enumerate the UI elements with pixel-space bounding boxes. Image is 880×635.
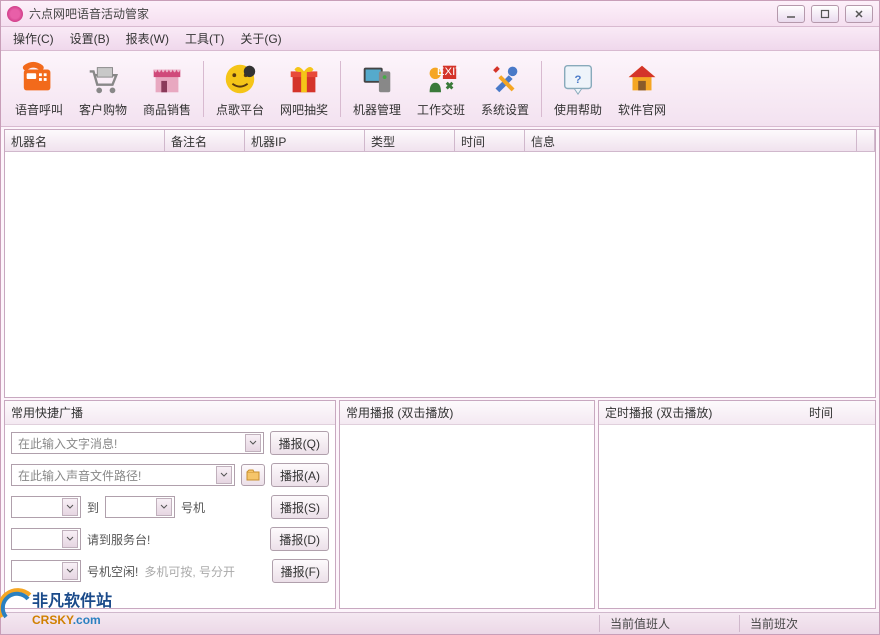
music-face-icon [220,59,260,99]
col-machine-name[interactable]: 机器名 [5,130,165,151]
col-machine-ip[interactable]: 机器IP [245,130,365,151]
window-title: 六点网吧语音活动管家 [29,5,777,22]
chevron-down-icon[interactable] [62,562,78,580]
shift-icon: EXIT [421,59,461,99]
service-label: 请到服务台! [87,531,150,548]
panel-title: 常用快捷广播 [5,401,335,425]
menu-operate[interactable]: 操作(C) [5,28,62,49]
to-machine-combo[interactable] [105,496,175,518]
sound-path-combo[interactable]: 在此输入声音文件路径! [11,464,235,486]
grid-header: 机器名 备注名 机器IP 类型 时间 信息 [5,130,875,152]
gift-icon [284,59,324,99]
common-broadcast-panel: 常用播报 (双击播放) [339,400,595,609]
col-spacer [857,130,875,151]
menu-settings[interactable]: 设置(B) [62,28,118,49]
svg-text:?: ? [575,74,582,86]
tool-song-platform[interactable]: 点歌平台 [208,55,272,123]
cart-icon [83,59,123,99]
phone-icon [19,59,59,99]
status-duty: 当前值班人 [599,615,739,632]
minimize-button[interactable] [777,5,805,23]
timed-broadcast-panel: 定时播报 (双击播放) 时间 [598,400,876,609]
home-icon [622,59,662,99]
chevron-down-icon[interactable] [156,498,172,516]
app-icon [7,6,23,22]
shop-icon [147,59,187,99]
statusbar: 当前值班人 当前班次 [1,612,879,634]
computer-icon [357,59,397,99]
panel-title: 定时播报 (双击播放) 时间 [599,401,875,425]
tool-system-settings[interactable]: 系统设置 [473,55,537,123]
from-machine-combo[interactable] [11,496,81,518]
tool-voice-call[interactable]: 语音呼叫 [7,55,71,123]
broadcast-f-button[interactable]: 播报(F) [272,559,329,583]
broadcast-s-button[interactable]: 播报(S) [271,495,329,519]
bottom-panels: 常用快捷广播 在此输入文字消息! 播报(Q) 在此输入声音文件路径! 播报(A) [1,400,879,612]
tool-lottery[interactable]: 网吧抽奖 [272,55,336,123]
separator [541,61,542,117]
tool-customer-shopping[interactable]: 客户购物 [71,55,135,123]
help-icon: ? [558,59,598,99]
broadcast-a-button[interactable]: 播报(A) [271,463,329,487]
menu-about[interactable]: 关于(G) [232,28,289,49]
chevron-down-icon[interactable] [62,530,78,548]
tools-icon [485,59,525,99]
tool-website[interactable]: 软件官网 [610,55,674,123]
idle-label: 号机空闲! [87,563,138,580]
panel-title: 常用播报 (双击播放) [340,401,594,425]
col-remark[interactable]: 备注名 [165,130,245,151]
menu-tools[interactable]: 工具(T) [177,28,232,49]
col-time[interactable]: 时间 [455,130,525,151]
separator [203,61,204,117]
tool-shift[interactable]: EXIT 工作交班 [409,55,473,123]
machine-label: 号机 [181,499,205,516]
timed-broadcast-list[interactable] [599,425,875,608]
chevron-down-icon[interactable] [245,434,261,452]
toolbar: 语音呼叫 客户购物 商品销售 点歌平台 网吧抽奖 机器管理 EXIT 工作交班 [1,51,879,127]
text-message-combo[interactable]: 在此输入文字消息! [11,432,264,454]
tool-help[interactable]: ? 使用帮助 [546,55,610,123]
quick-broadcast-panel: 常用快捷广播 在此输入文字消息! 播报(Q) 在此输入声音文件路径! 播报(A) [4,400,336,609]
chevron-down-icon[interactable] [216,466,232,484]
menubar: 操作(C) 设置(B) 报表(W) 工具(T) 关于(G) [1,27,879,51]
svg-text:EXIT: EXIT [437,66,460,78]
tool-product-sales[interactable]: 商品销售 [135,55,199,123]
chevron-down-icon[interactable] [62,498,78,516]
col-type[interactable]: 类型 [365,130,455,151]
titlebar: 六点网吧语音活动管家 [1,1,879,27]
to-label: 到 [87,499,99,516]
col-info[interactable]: 信息 [525,130,857,151]
tool-machine-manage[interactable]: 机器管理 [345,55,409,123]
broadcast-d-button[interactable]: 播报(D) [270,527,329,551]
separator [340,61,341,117]
menu-report[interactable]: 报表(W) [118,28,177,49]
status-shift: 当前班次 [739,615,879,632]
idle-machine-combo[interactable] [11,560,81,582]
machine-grid: 机器名 备注名 机器IP 类型 时间 信息 [4,129,876,398]
multi-hint: 多机可按, 号分开 [144,563,235,580]
grid-body[interactable] [5,152,875,397]
common-broadcast-list[interactable] [340,425,594,608]
browse-file-button[interactable] [241,464,265,486]
broadcast-q-button[interactable]: 播报(Q) [270,431,329,455]
app-window: 六点网吧语音活动管家 操作(C) 设置(B) 报表(W) 工具(T) 关于(G)… [0,0,880,635]
maximize-button[interactable] [811,5,839,23]
service-machine-combo[interactable] [11,528,81,550]
close-button[interactable] [845,5,873,23]
